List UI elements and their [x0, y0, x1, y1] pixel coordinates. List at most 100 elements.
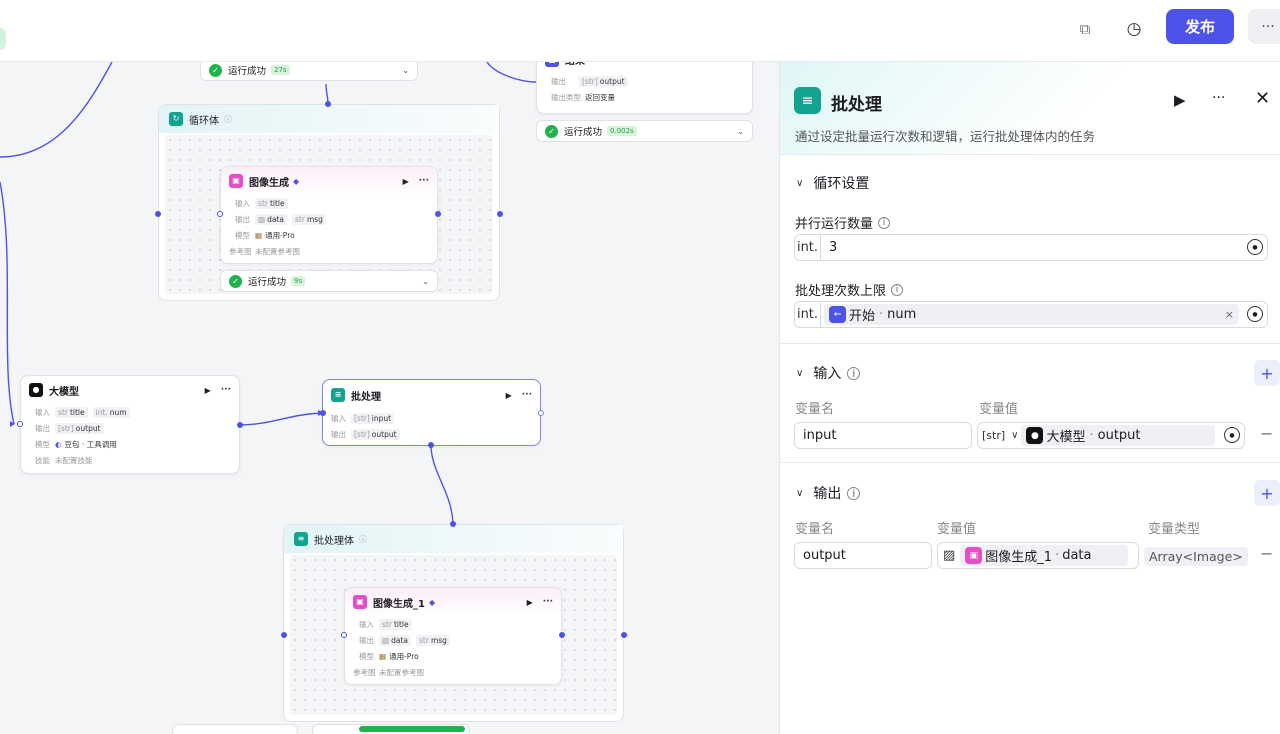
run-icon[interactable]: ▶ [527, 598, 533, 607]
port[interactable] [341, 632, 347, 638]
more-icon[interactable]: ··· [543, 597, 553, 607]
variable-reference[interactable]: ▣ 图像生成_1 · data [960, 545, 1129, 566]
input-chip: int. num [92, 406, 130, 418]
end-node[interactable]: ■ 结束 输出 [str]output 输出类型 返回变量 [536, 62, 753, 114]
publish-button[interactable]: 发布 [1166, 9, 1234, 44]
success-check-icon: ✓ [229, 274, 242, 288]
max-label: 批处理次数上限 i [795, 280, 904, 299]
bottom-control[interactable] [312, 724, 470, 734]
status-time: 0.002s [607, 126, 637, 136]
port[interactable] [428, 442, 434, 448]
reference-target-icon[interactable]: ● [1224, 427, 1240, 443]
workflow-canvas[interactable]: ✓ 运行成功 27s ⌄ ■ 结束 输出 [str]output 输出类型 返回… [0, 62, 779, 734]
input-value-field[interactable]: [str] ∨ ● 大模型 · output ● [977, 422, 1245, 449]
max-count-field[interactable]: int. ⇐ 开始 · num × ● [794, 301, 1268, 328]
more-menu-button[interactable]: ··· [1248, 9, 1280, 44]
output-name-field[interactable]: output [794, 542, 932, 569]
run-icon[interactable]: ▶ [506, 391, 512, 400]
premium-icon: ◆ [293, 176, 300, 186]
more-icon[interactable]: ··· [419, 176, 429, 186]
info-icon[interactable]: i [847, 366, 861, 380]
section-header[interactable]: ∨ 输入 i [796, 363, 861, 383]
type-selector[interactable]: [str] [978, 429, 1005, 442]
output-chip: ▨ data [379, 634, 411, 646]
image-gen-node[interactable]: ▣ 图像生成 ◆ ▶ ··· 输入 str title 输出 ▨ data str m… [220, 166, 438, 264]
output-chip: [str] output [351, 428, 400, 440]
section-header[interactable]: ∨ 输出 i [796, 483, 861, 503]
inputs-section: ∨ 输入 i + 变量名 变量值 input [str] ∨ ● 大模型 · o… [780, 344, 1280, 463]
add-input-button[interactable]: + [1254, 360, 1280, 386]
bottom-control[interactable] [172, 724, 298, 734]
info-icon[interactable]: i [847, 486, 861, 500]
chevron-down-icon[interactable]: ∨ [1011, 430, 1018, 441]
run-icon[interactable]: ▶ [205, 386, 211, 395]
port[interactable] [17, 421, 23, 427]
status-label: 运行成功 [248, 277, 287, 288]
port[interactable] [155, 211, 161, 217]
info-icon[interactable]: i [878, 216, 891, 229]
run-status-end[interactable]: ✓ 运行成功 0.002s ⌄ [536, 120, 753, 142]
input-chip: str title [255, 197, 288, 209]
output-chip: str msg [292, 213, 326, 225]
port[interactable] [320, 410, 326, 416]
parallel-count-field[interactable]: int. 3 ● [794, 234, 1268, 261]
remove-output-button[interactable]: − [1260, 544, 1273, 563]
remove-input-button[interactable]: − [1260, 424, 1273, 443]
batch-node[interactable]: ≡ 批处理 ▶ ··· 输入 [str] input 输出 [str] output [322, 379, 541, 446]
success-check-icon: ✓ [209, 63, 222, 77]
column-header: 变量名 [795, 522, 835, 537]
loop-body-title: 循环体 [189, 115, 219, 127]
input-name-field[interactable]: input [794, 422, 972, 449]
port[interactable] [325, 101, 331, 107]
more-icon[interactable]: ··· [522, 390, 532, 400]
run-status-loop[interactable]: ✓ 运行成功 27s ⌄ [200, 62, 418, 81]
info-icon[interactable]: ⓘ [359, 534, 367, 545]
add-output-button[interactable]: + [1254, 480, 1280, 506]
end-node-title: 结束 [565, 62, 585, 67]
llm-node[interactable]: ● 大模型 ▶ ··· 输入 str title int. num 输出 [str]… [20, 375, 240, 474]
image-icon: ▣ [229, 174, 243, 188]
chevron-down-icon[interactable]: ∨ [796, 178, 803, 189]
variable-reference[interactable]: ● 大模型 · output [1021, 425, 1216, 446]
node-config-panel: ≡ 批处理 ▶ ··· ✕ 通过设定批量运行次数和逻辑，运行批处理体内的任务 ∨… [779, 62, 1280, 734]
output-type-value: 返回变量 [585, 92, 615, 102]
port[interactable] [237, 422, 243, 428]
variable-reference[interactable]: ⇐ 开始 · num × [824, 304, 1239, 325]
history-icon[interactable]: ◷ [1117, 14, 1151, 44]
run-status-image[interactable]: ✓ 运行成功 9s ⌄ [220, 270, 438, 292]
parallel-value[interactable]: 3 [821, 240, 837, 255]
copy-icon[interactable]: ⧉ [1068, 14, 1102, 44]
port[interactable] [538, 410, 544, 416]
image-gen-1-node[interactable]: ▣ 图像生成_1 ◆ ▶ ··· 输入 str title 输出 ▨ data st… [344, 587, 562, 685]
image-type-icon[interactable]: ▨ [938, 548, 955, 563]
reference-target-icon[interactable]: ● [1247, 306, 1263, 322]
reference-target-icon[interactable]: ● [1247, 239, 1263, 255]
port[interactable] [559, 632, 565, 638]
run-icon[interactable]: ▶ [1174, 91, 1186, 109]
run-icon[interactable]: ▶ [403, 177, 409, 186]
info-icon[interactable]: ⓘ [224, 114, 232, 125]
llm-icon: ● [1026, 427, 1044, 444]
port[interactable] [281, 632, 287, 638]
more-icon[interactable]: ··· [1212, 90, 1225, 106]
chevron-down-icon[interactable]: ∨ [796, 368, 803, 379]
port[interactable] [497, 211, 503, 217]
test-run-button[interactable] [359, 726, 465, 732]
port[interactable] [621, 632, 627, 638]
more-icon[interactable]: ··· [221, 385, 231, 395]
chevron-down-icon[interactable]: ⌄ [402, 66, 409, 75]
status-label: 运行成功 [564, 127, 603, 138]
batch-icon: ≡ [331, 388, 345, 402]
output-value-field[interactable]: ▨ ▣ 图像生成_1 · data [937, 542, 1139, 569]
port[interactable] [217, 211, 223, 217]
chevron-down-icon[interactable]: ∨ [796, 488, 803, 499]
close-icon[interactable]: ✕ [1255, 88, 1270, 109]
chevron-down-icon[interactable]: ⌄ [422, 277, 429, 286]
chevron-down-icon[interactable]: ⌄ [737, 127, 744, 136]
clear-icon[interactable]: × [1225, 308, 1234, 321]
info-icon[interactable]: i [891, 283, 904, 296]
section-header[interactable]: ∨ 循环设置 [796, 173, 869, 193]
port[interactable] [435, 211, 441, 217]
image-type-icon: ▨ [258, 214, 266, 224]
port[interactable] [450, 521, 456, 527]
